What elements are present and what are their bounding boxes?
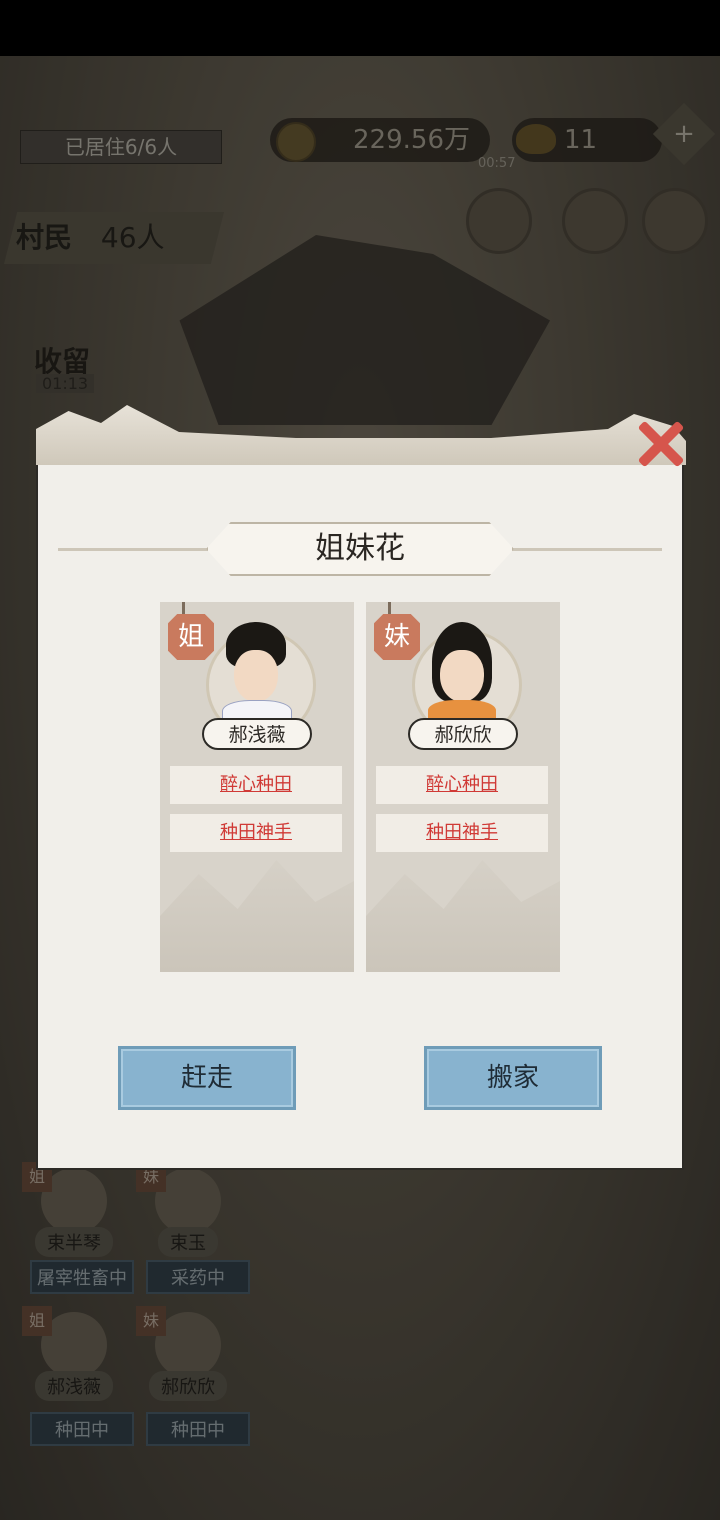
title-divider (58, 548, 208, 551)
close-icon[interactable] (630, 414, 690, 474)
trait-link[interactable]: 醉心种田 (170, 766, 342, 804)
tag-hanger (182, 602, 185, 614)
sister-card-elder: 姐 郝浅薇 醉心种田 种田神手 (160, 602, 354, 972)
trait-link[interactable]: 醉心种田 (376, 766, 548, 804)
mountain-decoration (366, 860, 560, 972)
sister-tag: 姐 (168, 614, 214, 660)
move-house-button[interactable]: 搬家 (424, 1046, 602, 1110)
character-name: 郝欣欣 (408, 718, 518, 750)
mountain-decoration (160, 860, 354, 972)
dialog-title-banner: 姐妹花 (58, 522, 662, 576)
tag-hanger (388, 602, 391, 614)
sister-card-younger: 妹 郝欣欣 醉心种田 种田神手 (366, 602, 560, 972)
trait-link[interactable]: 种田神手 (376, 814, 548, 852)
title-divider (512, 548, 662, 551)
character-name: 郝浅薇 (202, 718, 312, 750)
expel-button[interactable]: 赶走 (118, 1046, 296, 1110)
dialog-title: 姐妹花 (315, 531, 405, 566)
portrait-face (440, 650, 484, 702)
trait-link[interactable]: 种田神手 (170, 814, 342, 852)
sister-tag: 妹 (374, 614, 420, 660)
portrait-face (234, 650, 278, 702)
